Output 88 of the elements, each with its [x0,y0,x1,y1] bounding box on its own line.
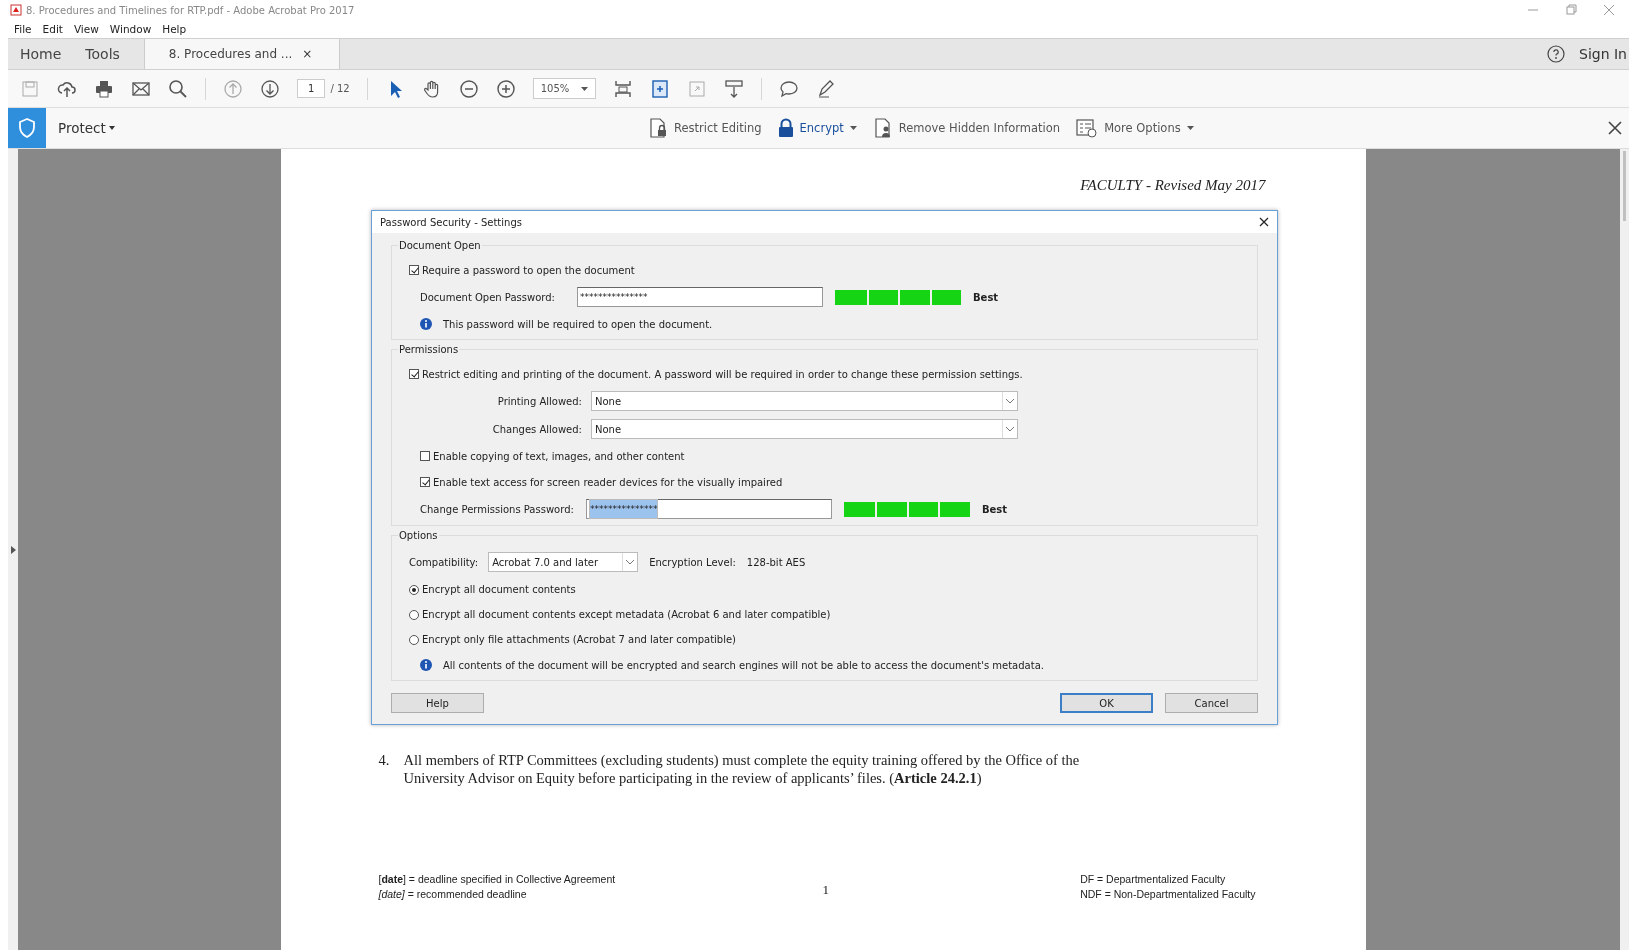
page-count: / 12 [330,83,350,94]
footnote: [date] = recommended deadline [378,888,528,900]
read-mode-icon[interactable] [724,78,745,99]
radio-button[interactable]: Encrypt only file attachments (Acrobat 7 and later compatible) [409,627,1257,652]
document-lock-icon [648,118,669,138]
caret-icon [581,86,589,91]
search-icon[interactable] [168,78,188,99]
list-number: 4. [378,751,391,770]
info-icon [420,659,432,671]
scrollbar-thumb[interactable] [1623,151,1626,221]
protect-action[interactable]: Remove Hidden Information [872,118,1061,138]
checkbox[interactable]: Require a password to open the document [409,257,1257,283]
page-number-field[interactable]: 1 [297,79,326,98]
caret-icon [849,126,857,130]
group-label: Options [398,530,439,541]
footnote: [date] = deadline specified in Collective Agreement [378,873,617,885]
protect-tool-button[interactable] [8,108,46,148]
caret-icon [108,126,115,130]
document-tab[interactable]: 8. Procedures and ... × [143,39,340,69]
field-value: 128-bit AES [746,556,806,568]
caret-icon [1186,126,1194,130]
nav-tab[interactable]: Home [8,39,74,69]
menu-item[interactable]: View [73,23,99,35]
protect-action[interactable]: More Options [1076,118,1194,138]
menu-item[interactable]: Help [162,23,187,35]
sign-in-link[interactable]: Sign In [1579,39,1629,69]
chevron-down-icon [1006,426,1014,432]
pdf-file-icon [10,4,22,16]
page-number: 1 [822,882,830,899]
protect-action[interactable]: Restrict Editing [648,118,762,138]
password-field[interactable]: *************** [585,499,832,519]
field-label: Document Open Password: [420,291,556,303]
tab-label: 8. Procedures and ... [168,47,293,61]
chevron-down-icon [1006,398,1014,404]
field-label: Encryption Level: [649,556,736,568]
tab-close-button[interactable]: × [302,47,313,61]
field-label: Compatibility: [409,556,479,568]
lock-icon [777,118,794,138]
group-label: Document Open [398,240,482,251]
radio-button[interactable]: Encrypt all document contents except metadata (Acrobat 6 and later compatible) [409,602,1257,627]
checkbox[interactable]: Enable text access for screen reader devices for the visually impaired [420,469,1257,495]
dialog-button[interactable]: Cancel [1165,693,1258,713]
field-label: Changes Allowed: [491,423,582,435]
checkbox[interactable]: Enable copying of text, images, and other content [420,443,1257,469]
checkbox[interactable]: Restrict editing and printing of the document. A password will be required in order to change these permission settings. [409,361,1257,387]
menu-item[interactable]: Edit [42,23,63,35]
comment-icon[interactable] [779,78,800,99]
info-text: All contents of the document will be encrypted and search engines will not be able to access the document's metadata. [443,659,1044,671]
shield-icon [18,118,36,138]
field-label: Printing Allowed: [496,395,582,407]
next-page-icon[interactable] [260,78,280,99]
fit-page-icon[interactable] [613,78,634,99]
page-header: FACULTY - Revised May 2017 [1080,177,1266,194]
info-icon [420,318,432,330]
menu-item[interactable]: File [14,23,32,35]
dropdown[interactable]: None [591,391,1018,411]
radio-button[interactable]: Encrypt all document contents [409,577,1257,602]
document-person-icon [872,118,893,138]
close-icon[interactable] [1259,217,1269,227]
strength-label: Best [981,503,1007,515]
dropdown[interactable]: None [591,419,1018,439]
protect-menu[interactable]: Protect [58,120,115,136]
footnote: NDF = Non-Departmentalized Faculty [1080,888,1256,900]
info-text: This password will be required to open the document. [443,318,713,330]
dialog-button[interactable]: OK [1060,693,1153,713]
dropdown[interactable]: Acrobat 7.0 and later [488,552,639,572]
print-icon[interactable] [94,78,114,99]
options-list-icon [1076,118,1099,138]
menu-item[interactable]: Window [109,23,152,35]
protect-action[interactable]: Encrypt [777,118,857,138]
expand-arrow-icon[interactable] [10,545,16,554]
zoom-dropdown[interactable]: 105% [532,78,597,99]
chevron-down-icon [626,559,635,565]
dialog-button[interactable]: Help [391,693,484,713]
footnote: DF = Departmentalized Faculty [1080,873,1227,885]
password-field[interactable]: *************** [577,287,823,307]
window-title: 8. Procedures and Timelines for RTP.pdf - Adobe Acrobat Pro 2017 [26,4,356,16]
help-icon[interactable] [1547,45,1565,63]
dialog-title: Password Security - Settings [380,216,522,228]
close-icon[interactable] [1607,120,1623,136]
paragraph: All members of RTP Committees (excluding students) must complete the equity training offered by the Office of the University Advisor on Equity before participating in the review of applicants’ files. (Article 24.2.1) [403,751,1081,787]
scroll-mode-icon[interactable] [650,78,671,99]
field-label: Change Permissions Password: [420,503,574,515]
strength-label: Best [973,291,999,303]
group-label: Permissions [398,344,460,355]
nav-tab[interactable]: Tools [73,39,132,69]
zoom-in-icon[interactable] [495,78,516,99]
zoom-out-icon[interactable] [458,78,479,99]
